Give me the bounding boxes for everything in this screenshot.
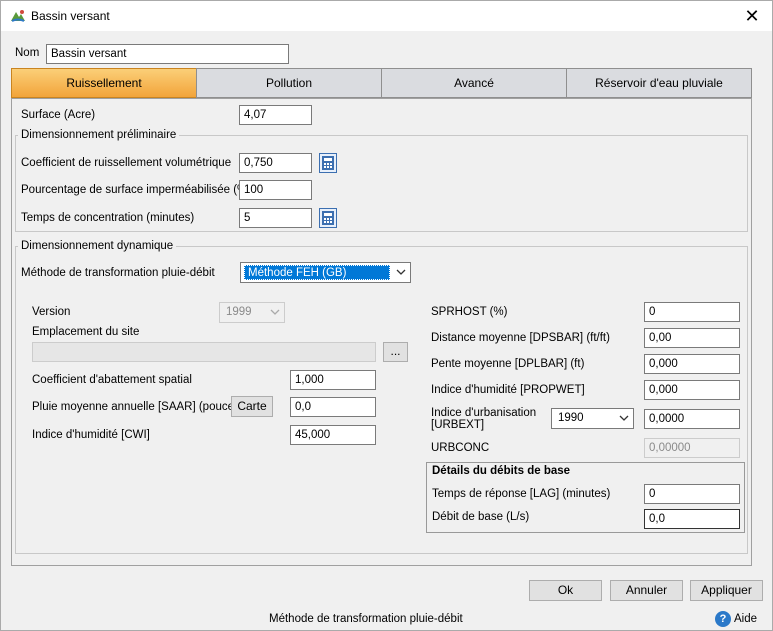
ok-button[interactable]: Ok — [529, 580, 602, 601]
propwet-input[interactable]: 0,000 — [644, 380, 740, 400]
tab-pollution[interactable]: Pollution — [196, 68, 382, 98]
tab-strip: Ruissellement Pollution Avancé Réservoir… — [11, 68, 752, 98]
sprhost-input[interactable]: 0 — [644, 302, 740, 322]
saar-label: Pluie moyenne annuelle [SAAR] (pouce) — [32, 401, 238, 413]
lag-label: Temps de réponse [LAG] (minutes) — [432, 488, 611, 500]
cwi-input[interactable]: 45,000 — [290, 425, 376, 445]
concentration-time-label: Temps de concentration (minutes) — [21, 212, 195, 224]
tab-reservoir[interactable]: Réservoir d'eau pluviale — [566, 68, 752, 98]
tab-avance[interactable]: Avancé — [381, 68, 567, 98]
name-input[interactable]: Bassin versant — [46, 44, 289, 64]
impervious-pct-input[interactable]: 100 — [239, 180, 312, 200]
help-link[interactable]: Aide — [734, 613, 757, 625]
lag-input[interactable]: 0 — [644, 484, 740, 504]
dpsbar-label: Distance moyenne [DPSBAR] (ft/ft) — [431, 332, 610, 344]
spatial-abatement-input[interactable]: 1,000 — [290, 370, 376, 390]
dplbar-input[interactable]: 0,000 — [644, 354, 740, 374]
urbext-label-line1: Indice d'urbanisation — [431, 407, 537, 419]
close-icon[interactable]: ✕ — [741, 5, 763, 27]
sprhost-label: SPRHOST (%) — [431, 306, 508, 318]
map-button[interactable]: Carte — [231, 396, 273, 417]
preliminary-sizing-title: Dimensionnement préliminaire — [18, 129, 180, 141]
base-flow-title: Détails du débits de base — [432, 465, 571, 477]
urbconc-label: URBCONC — [431, 442, 490, 454]
runoff-coef-label: Coefficient de ruissellement volumétriqu… — [21, 157, 232, 169]
cwi-label: Indice d'humidité [CWI] — [32, 429, 150, 441]
dpsbar-input[interactable]: 0,00 — [644, 328, 740, 348]
saar-input[interactable]: 0,0 — [290, 397, 376, 417]
name-label: Nom — [15, 47, 40, 59]
urbext-year-value: 1990 — [558, 412, 584, 424]
version-label: Version — [32, 306, 71, 318]
dialog-window: Bassin versant ✕ Nom Bassin versant Ruis… — [0, 0, 773, 631]
impervious-pct-label: Pourcentage de surface imperméabilisée (… — [21, 184, 252, 196]
status-bar: Méthode de transformation pluie-débit ? … — [1, 608, 772, 630]
watershed-app-icon — [11, 10, 25, 22]
chevron-down-icon — [270, 309, 280, 315]
urbext-input[interactable]: 0,0000 — [644, 409, 740, 429]
window-title: Bassin versant — [31, 9, 110, 23]
chevron-down-icon — [619, 415, 629, 421]
apply-button[interactable]: Appliquer — [690, 580, 763, 601]
calculator-icon[interactable] — [319, 208, 337, 228]
base-flow-input[interactable]: 0,0 — [644, 509, 740, 529]
site-location-input[interactable] — [32, 342, 376, 362]
concentration-time-input[interactable]: 5 — [239, 208, 312, 228]
ruissellement-panel: Surface (Acre) 4,07 Dimensionnement prél… — [11, 98, 752, 566]
version-dropdown[interactable]: 1999 — [219, 302, 285, 323]
chevron-down-icon — [396, 269, 406, 275]
status-text: Méthode de transformation pluie-débit — [269, 613, 463, 625]
version-value: 1999 — [226, 306, 252, 318]
cancel-button[interactable]: Annuler — [610, 580, 683, 601]
spatial-abatement-label: Coefficient d'abattement spatial — [32, 374, 192, 386]
urbext-year-dropdown[interactable]: 1990 — [551, 408, 634, 429]
method-dropdown[interactable]: Méthode FEH (GB) — [240, 262, 411, 283]
help-icon[interactable]: ? — [715, 611, 731, 627]
surface-label: Surface (Acre) — [21, 109, 96, 121]
surface-input[interactable]: 4,07 — [239, 105, 312, 125]
browse-button[interactable]: ... — [383, 342, 408, 362]
method-label: Méthode de transformation pluie-débit — [21, 267, 215, 279]
tab-ruissellement[interactable]: Ruissellement — [11, 68, 197, 98]
urbext-label-line2: [URBEXT] — [431, 419, 485, 431]
base-flow-label: Débit de base (L/s) — [432, 511, 530, 523]
dplbar-label: Pente moyenne [DPLBAR] (ft) — [431, 358, 585, 370]
method-selected-value: Méthode FEH (GB) — [244, 265, 390, 280]
propwet-label: Indice d'humidité [PROPWET] — [431, 384, 585, 396]
urbconc-input: 0,00000 — [644, 438, 740, 458]
runoff-coef-input[interactable]: 0,750 — [239, 153, 312, 173]
site-location-label: Emplacement du site — [32, 326, 140, 338]
calculator-icon[interactable] — [319, 153, 337, 173]
dynamic-sizing-title: Dimensionnement dynamique — [18, 240, 177, 252]
title-bar: Bassin versant ✕ — [1, 1, 772, 31]
